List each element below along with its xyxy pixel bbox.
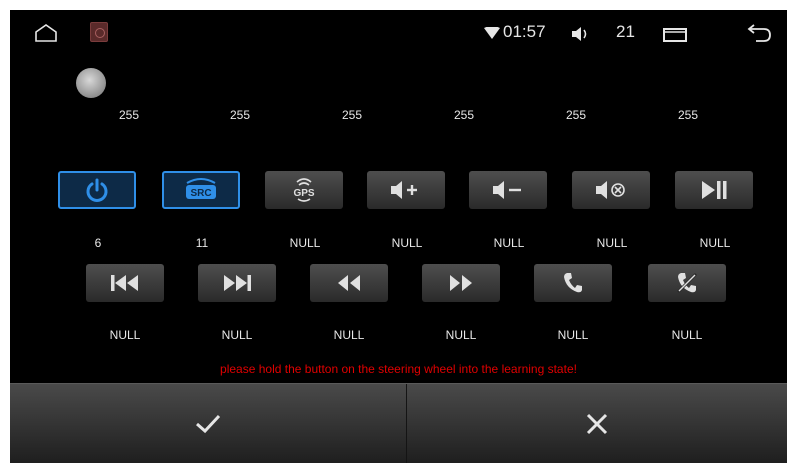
volume-level: 21: [616, 22, 635, 41]
call-hangup-button[interactable]: [648, 264, 726, 302]
power-icon: [86, 178, 108, 202]
back-icon[interactable]: [744, 23, 772, 48]
src-label: SRC: [190, 188, 211, 199]
learning-hint-message: please hold the button on the steering w…: [220, 362, 577, 376]
button-value: NULL: [221, 328, 253, 342]
button-value: NULL: [557, 328, 589, 342]
volume-up-icon: [391, 181, 417, 199]
button-value: NULL: [699, 236, 731, 250]
play-pause-icon: [702, 181, 727, 199]
button-value: NULL: [391, 236, 423, 250]
volume-icon: [569, 25, 591, 48]
clock: 01:57: [503, 22, 546, 41]
bottom-action-bar: [10, 383, 787, 463]
volume-down-icon: [493, 181, 521, 199]
button-value: NULL: [671, 328, 703, 342]
button-value: NULL: [445, 328, 477, 342]
fast-forward-button[interactable]: [422, 264, 500, 302]
button-value: 6: [94, 236, 102, 250]
mute-icon: [596, 181, 625, 199]
volume-up-button[interactable]: [367, 171, 445, 209]
previous-track-button[interactable]: [86, 264, 164, 302]
top-value: 255: [118, 108, 140, 122]
confirm-button[interactable]: [10, 384, 406, 463]
top-value: 255: [229, 108, 251, 122]
top-value: 255: [565, 108, 587, 122]
button-value: NULL: [289, 236, 321, 250]
gps-label: GPS: [293, 188, 314, 199]
call-hangup-icon: [676, 272, 698, 294]
button-value: NULL: [109, 328, 141, 342]
src-button[interactable]: SRC: [162, 171, 240, 209]
gps-button[interactable]: GPS: [265, 171, 343, 209]
next-track-icon: [224, 275, 251, 291]
screen: 01:57 21 255 255 255 255 255 255 SRC GPS: [10, 10, 787, 463]
button-value: NULL: [493, 236, 525, 250]
wifi-icon: [484, 26, 500, 44]
checkmark-icon: [196, 414, 221, 434]
app-icon: [90, 22, 108, 42]
button-value: NULL: [333, 328, 365, 342]
top-value: 255: [341, 108, 363, 122]
play-pause-button[interactable]: [675, 171, 753, 209]
cancel-button[interactable]: [407, 384, 787, 463]
gps-icon: GPS: [293, 178, 315, 202]
power-button[interactable]: [58, 171, 136, 209]
recent-apps-icon[interactable]: [663, 28, 687, 47]
rewind-button[interactable]: [310, 264, 388, 302]
button-value: 11: [195, 236, 209, 250]
src-icon: SRC: [186, 178, 216, 199]
call-answer-icon: [564, 273, 582, 293]
next-track-button[interactable]: [198, 264, 276, 302]
call-answer-button[interactable]: [534, 264, 612, 302]
top-value: 255: [453, 108, 475, 122]
learning-status-indicator: [76, 68, 106, 98]
previous-track-icon: [111, 275, 138, 291]
rewind-icon: [338, 275, 360, 291]
volume-down-button[interactable]: [469, 171, 547, 209]
close-icon: [586, 413, 608, 435]
top-value: 255: [677, 108, 699, 122]
mute-button[interactable]: [572, 171, 650, 209]
fast-forward-icon: [450, 275, 472, 291]
button-value: NULL: [596, 236, 628, 250]
home-icon[interactable]: [34, 24, 58, 47]
